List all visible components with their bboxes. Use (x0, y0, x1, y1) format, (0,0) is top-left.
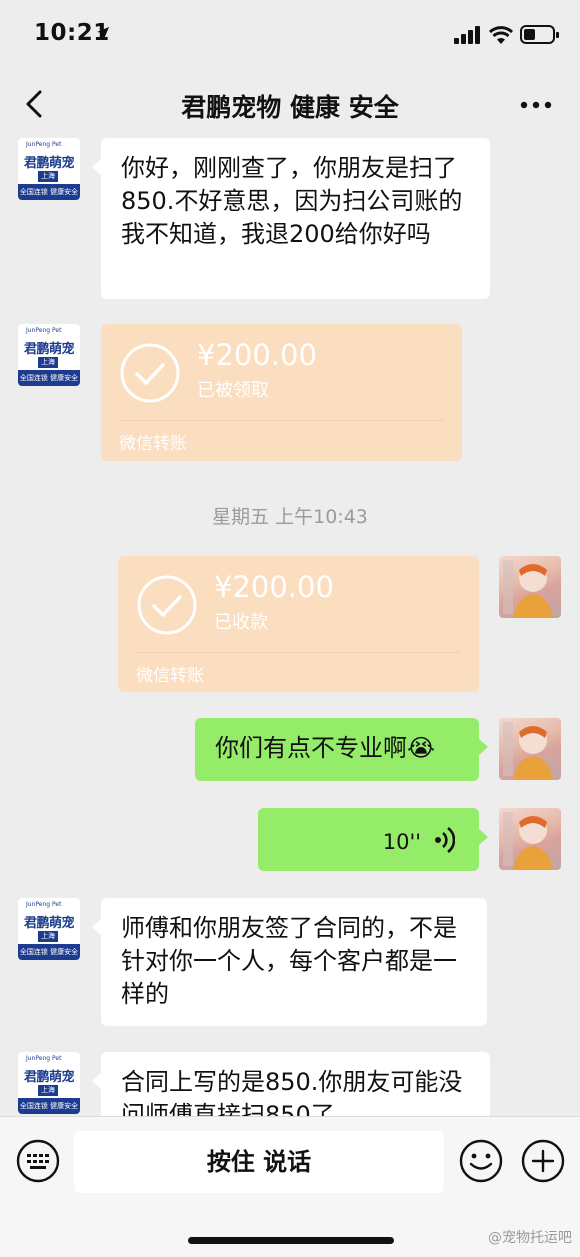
logo-city: 上海 (38, 357, 58, 368)
more-options-icon[interactable] (516, 90, 556, 120)
keyboard-toggle-icon[interactable] (16, 1139, 60, 1183)
contact-avatar[interactable]: JunPeng Pet 君鹏萌宠 上海 全国连锁 健康安全 (18, 1052, 80, 1114)
wechat-transfer-card[interactable]: ¥200.00 已收款 微信转账 (118, 556, 479, 692)
logo-english-text: JunPeng Pet (26, 901, 62, 908)
wechat-transfer-card[interactable]: ¥200.00 已被领取 微信转账 (101, 324, 462, 461)
transfer-status: 已收款 (214, 612, 268, 633)
transfer-amount: ¥200.00 (214, 570, 334, 604)
user-photo-icon (503, 560, 553, 618)
message-bubble-received[interactable]: 你好，刚刚查了，你朋友是扫了850.不好意思，因为扫公司账的我不知道，我退200… (92, 138, 490, 299)
transfer-amount: ¥200.00 (197, 338, 317, 372)
logo-name: 君鹏萌宠 (23, 916, 75, 931)
watermark: @宠物托运吧 (488, 1230, 572, 1246)
logo-english-text: JunPeng Pet (26, 327, 62, 334)
my-avatar[interactable] (499, 808, 561, 870)
contact-avatar[interactable]: JunPeng Pet 君鹏萌宠 上海 全国连锁 健康安全 (18, 138, 80, 200)
input-bar: 按住 说话 @宠物托运吧 (0, 1116, 580, 1257)
logo-band: 全国连锁 健康安全 (18, 184, 80, 200)
message-bubble-received[interactable]: 师傅和你朋友签了合同的，不是针对你一个人，每个客户都是一样的 (92, 898, 487, 1026)
transfer-divider (136, 652, 461, 653)
logo-name: 君鹏萌宠 (23, 1070, 75, 1085)
emoji-icon[interactable] (459, 1139, 503, 1183)
logo-band: 全国连锁 健康安全 (18, 1098, 80, 1114)
my-avatar[interactable] (499, 718, 561, 780)
transfer-footer: 微信转账 (119, 434, 187, 454)
message-bubble-received[interactable]: 合同上写的是850.你朋友可能没问师傅直接扫850了 (92, 1052, 490, 1116)
voice-message-bubble[interactable]: 10'' (258, 808, 488, 871)
battery-icon (520, 25, 559, 44)
user-photo-icon (503, 722, 553, 780)
message-list[interactable]: JunPeng Pet 君鹏萌宠 上海 全国连锁 健康安全 你好，刚刚查了，你朋… (0, 136, 580, 1116)
my-avatar[interactable] (499, 556, 561, 618)
message-text: 合同上写的是850.你朋友可能没问师傅直接扫850了 (121, 1068, 463, 1116)
hold-to-talk-button[interactable]: 按住 说话 (74, 1131, 444, 1193)
chat-header: 君鹏宠物 健康 安全 (0, 70, 580, 136)
transfer-divider (119, 420, 444, 421)
transfer-footer: 微信转账 (136, 666, 204, 686)
check-circle-icon (120, 343, 180, 403)
message-text: 你们有点不专业啊😭 (215, 734, 436, 762)
cellular-signal-icon (454, 26, 480, 44)
wifi-icon (488, 26, 514, 44)
logo-english-text: JunPeng Pet (26, 141, 62, 148)
voice-duration: 10'' (382, 830, 421, 854)
logo-name: 君鹏萌宠 (23, 156, 75, 171)
logo-english-text: JunPeng Pet (26, 1055, 62, 1062)
location-arrow-icon (97, 27, 109, 39)
message-timestamp: 星期五 上午10:43 (212, 506, 368, 528)
message-text: 你好，刚刚查了，你朋友是扫了850.不好意思，因为扫公司账的我不知道，我退200… (121, 154, 463, 248)
add-icon[interactable] (521, 1139, 565, 1183)
contact-avatar[interactable]: JunPeng Pet 君鹏萌宠 上海 全国连锁 健康安全 (18, 324, 80, 386)
message-bubble-sent[interactable]: 你们有点不专业啊😭 (195, 718, 488, 781)
logo-city: 上海 (38, 931, 58, 942)
contact-avatar[interactable]: JunPeng Pet 君鹏萌宠 上海 全国连锁 健康安全 (18, 898, 80, 960)
logo-band: 全国连锁 健康安全 (18, 370, 80, 386)
chat-title: 君鹏宠物 健康 安全 (181, 93, 399, 122)
logo-city: 上海 (38, 171, 58, 182)
status-bar: 10:21 (0, 0, 580, 70)
message-text: 师傅和你朋友签了合同的，不是针对你一个人，每个客户都是一样的 (121, 914, 457, 1008)
logo-city: 上海 (38, 1085, 58, 1096)
logo-name: 君鹏萌宠 (23, 342, 75, 357)
check-circle-icon (137, 575, 197, 635)
home-indicator[interactable] (188, 1237, 394, 1244)
user-photo-icon (503, 812, 553, 870)
back-chevron-icon[interactable] (20, 84, 56, 124)
transfer-status: 已被领取 (197, 380, 269, 401)
logo-band: 全国连锁 健康安全 (18, 944, 80, 960)
voice-wave-icon (435, 826, 455, 854)
